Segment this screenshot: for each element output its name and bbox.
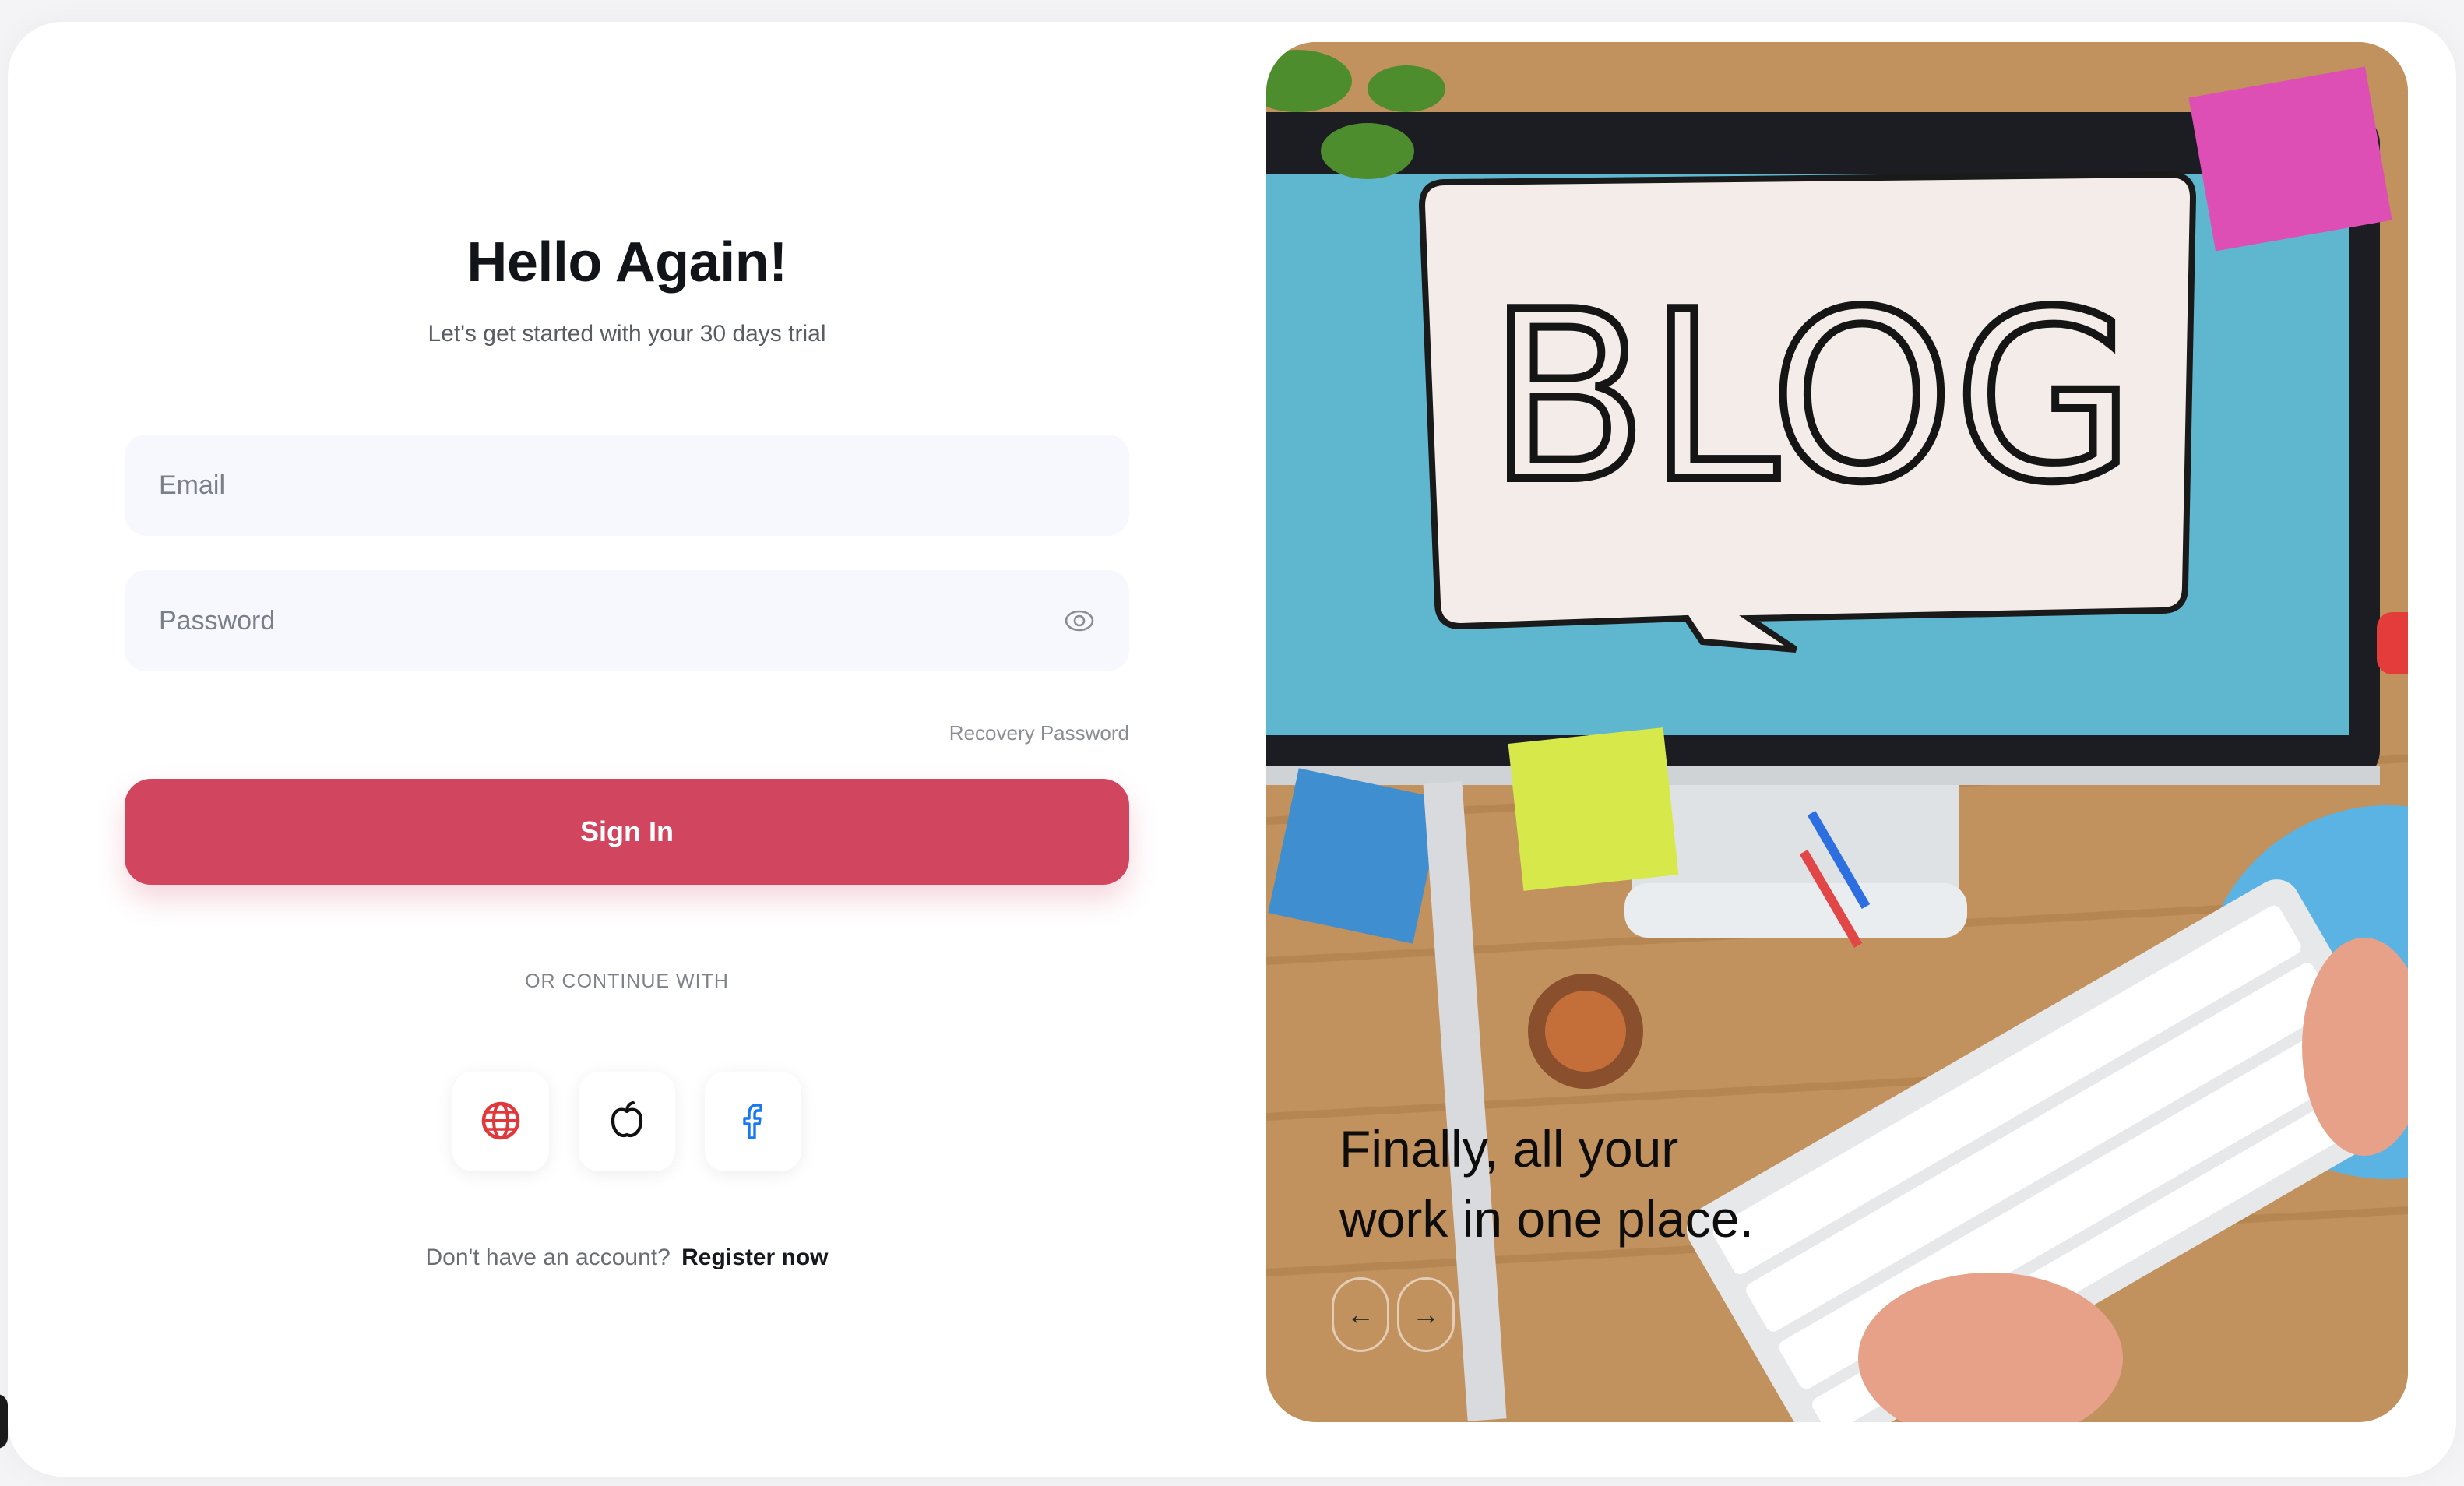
register-now-link[interactable]: Register now (681, 1245, 828, 1270)
tagline-line-1: Finally, all your (1339, 1120, 1679, 1178)
password-field[interactable] (125, 570, 1129, 671)
sign-in-button[interactable]: Sign In (125, 779, 1129, 885)
login-form: Hello Again! Let's get started with your… (125, 22, 1129, 1477)
screen-blog-text: BLOG (1488, 262, 2135, 533)
page-subtitle: Let's get started with your 30 days tria… (428, 321, 826, 347)
continue-with-label: OR CONTINUE WITH (525, 970, 729, 992)
google-login-button[interactable] (452, 1072, 549, 1171)
register-prompt: Don't have an account? (425, 1245, 671, 1270)
arrow-right-icon: → (1412, 1298, 1440, 1330)
apple-login-button[interactable] (579, 1072, 675, 1171)
facebook-login-button[interactable] (705, 1072, 801, 1171)
app-window: Hello Again! Let's get started with your… (0, 0, 2464, 1486)
arrow-left-icon: ← (1346, 1298, 1375, 1330)
mouse-edge (2377, 612, 2408, 674)
hero-tagline: Finally, all your work in one place. (1339, 1114, 1885, 1254)
tagline-line-2: work in one place. (1339, 1190, 1754, 1248)
register-row: Don't have an account? Register now (125, 1245, 1129, 1271)
eye-icon[interactable] (1062, 604, 1096, 638)
slide-next-button[interactable]: → (1397, 1277, 1455, 1352)
page-title: Hello Again! (466, 231, 787, 294)
social-login-row (125, 1072, 1129, 1171)
slide-prev-button[interactable]: ← (1332, 1277, 1389, 1352)
recovery-password-link[interactable]: Recovery Password (949, 721, 1129, 745)
globe-icon (479, 1099, 523, 1145)
email-input[interactable] (157, 469, 1096, 502)
window-edge-handle (0, 1394, 8, 1449)
slider-controls: ← → (1332, 1277, 1455, 1352)
apple-icon (605, 1099, 649, 1145)
facebook-icon (731, 1099, 775, 1145)
email-field[interactable] (125, 435, 1129, 536)
password-input[interactable] (157, 604, 1062, 637)
